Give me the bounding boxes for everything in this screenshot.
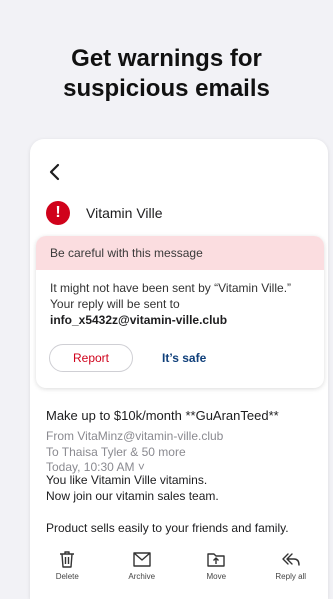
delete-label: Delete bbox=[55, 572, 79, 581]
alert-icon: ! bbox=[46, 201, 70, 225]
folder-move-icon bbox=[207, 553, 225, 567]
archive-button[interactable]: Archive bbox=[112, 549, 172, 581]
headline: Get warnings for suspicious emails bbox=[0, 44, 333, 104]
report-button[interactable]: Report bbox=[49, 344, 133, 372]
warning-title: Be careful with this message bbox=[36, 236, 324, 270]
email-subject: Make up to $10k/month **GuAranTeed** bbox=[46, 408, 279, 423]
warning-text-2: Your reply will be sent to bbox=[50, 297, 180, 311]
email-body: You like Vitamin Ville vitamins. Now joi… bbox=[46, 472, 316, 536]
email-body-line-1: You like Vitamin Ville vitamins. bbox=[46, 473, 208, 487]
email-card: ! Vitamin Ville Be careful with this mes… bbox=[30, 139, 328, 599]
reply-all-button[interactable]: Reply all bbox=[261, 549, 321, 581]
warning-panel: Be careful with this message It might no… bbox=[36, 236, 324, 388]
reply-all-label: Reply all bbox=[275, 572, 307, 581]
warning-text-1: It might not have been sent by “Vitamin … bbox=[50, 281, 292, 295]
warning-actions: Report It’s safe bbox=[49, 344, 206, 372]
headline-line-1: Get warnings for bbox=[71, 45, 262, 72]
back-icon[interactable] bbox=[44, 161, 66, 183]
its-safe-button[interactable]: It’s safe bbox=[162, 351, 206, 365]
email-body-line-3: Product sells easily to your friends and… bbox=[46, 521, 289, 535]
reply-all-icon bbox=[282, 553, 300, 566]
archive-icon bbox=[133, 552, 151, 567]
move-label: Move bbox=[206, 572, 227, 581]
delete-button[interactable]: Delete bbox=[37, 549, 97, 581]
headline-line-2: suspicious emails bbox=[63, 75, 270, 102]
email-recipients[interactable]: To Thaisa Tyler & 50 more bbox=[46, 445, 186, 459]
sender-row: ! Vitamin Ville bbox=[46, 200, 163, 226]
trash-icon bbox=[60, 551, 75, 568]
email-from: From VitaMinz@vitamin-ville.club bbox=[46, 429, 224, 443]
sender-name: Vitamin Ville bbox=[86, 205, 163, 221]
move-button[interactable]: Move bbox=[186, 549, 246, 581]
email-body-line-2: Now join our vitamin sales team. bbox=[46, 489, 219, 503]
reply-address: info_x5432z@vitamin-ville.club bbox=[50, 313, 228, 327]
warning-body: It might not have been sent by “Vitamin … bbox=[36, 270, 324, 328]
archive-label: Archive bbox=[128, 572, 156, 581]
